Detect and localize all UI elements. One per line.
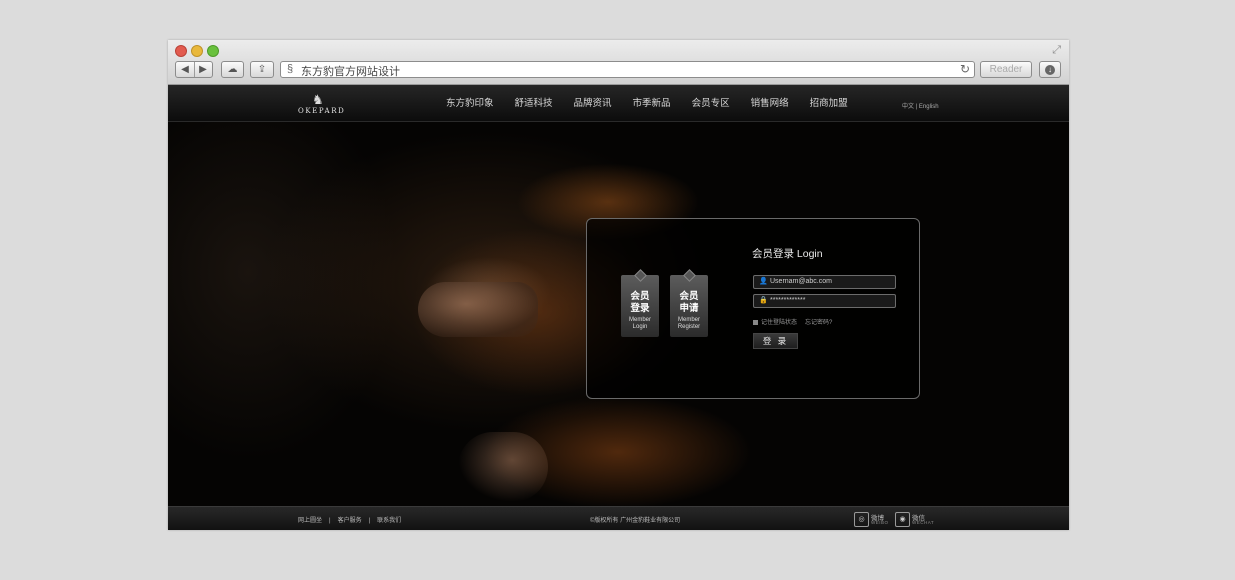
footer-link-online[interactable]: 网上圆坐	[298, 518, 322, 524]
divider: |	[329, 518, 331, 524]
main-nav: 东方豹印象 舒适科技 品牌资讯 市季新品 会员专区 销售网络 招商加盟	[446, 85, 869, 121]
remember-label[interactable]: 记住登陆状态	[761, 320, 797, 326]
back-button[interactable]: ◀	[177, 62, 194, 77]
minimize-window-button[interactable]	[191, 45, 203, 57]
site-logo[interactable]: ♞ OKEPARD	[298, 92, 348, 116]
icloud-tabs-button[interactable]: ☁	[221, 61, 244, 78]
copyright: ©版权所有 广州金豹鞋业有限公司	[590, 518, 681, 524]
back-forward-buttons: ◀ ▶	[175, 61, 213, 78]
tag-title-login: 会员 登录	[630, 291, 650, 314]
hero-photo-hand-lower	[458, 432, 548, 502]
login-panel: 会员 登录 Member Login 会员 申请 Member Register…	[586, 218, 920, 399]
password-input[interactable]: 🔒 *************	[753, 294, 896, 308]
member-login-tag[interactable]: 会员 登录 Member Login	[621, 269, 659, 337]
close-window-button[interactable]	[175, 45, 187, 57]
zoom-window-button[interactable]	[207, 45, 219, 57]
footer-link-service[interactable]: 客户服务	[338, 518, 362, 524]
tag-title-register: 会员 申请	[679, 291, 699, 314]
nav-item-sales-network[interactable]: 销售网络	[751, 85, 789, 121]
reload-icon[interactable]: ↻	[960, 62, 970, 76]
tag-subtitle-login: Member Login	[628, 317, 651, 330]
fullscreen-icon[interactable]: ⤢	[1052, 44, 1061, 57]
website: ♞ OKEPARD 东方豹印象 舒适科技 品牌资讯 市季新品 会员专区 销售网络…	[168, 85, 1069, 530]
tag-hole-icon	[683, 269, 696, 282]
nav-item-members[interactable]: 会员专区	[692, 85, 730, 121]
downloads-button[interactable]: ↓	[1039, 61, 1061, 78]
download-icon: ↓	[1045, 65, 1055, 75]
remember-row: 记住登陆状态 忘记密码?	[753, 317, 832, 326]
wechat-icon: ◉	[895, 512, 910, 527]
lock-icon: 🔒	[759, 297, 768, 304]
logo-wordmark: OKEPARD	[298, 107, 346, 115]
share-icon: ⇪	[257, 64, 267, 75]
wechat-label-en: WECHAT	[912, 520, 935, 525]
hero-banner: 会员 登录 Member Login 会员 申请 Member Register…	[168, 122, 1069, 506]
forgot-password-link[interactable]: 忘记密码?	[805, 320, 832, 326]
browser-window: ⤢ ◀ ▶ ☁ ⇪ § 东方豹官方网站设计 ↻ Reader ↓ ♞ OKEPAR…	[168, 40, 1069, 530]
leopard-logo-icon: ♞	[312, 92, 324, 107]
login-title: 会员登录 Login	[752, 248, 823, 260]
weibo-icon: ◎	[854, 512, 869, 527]
weibo-label-en: WEIBO	[871, 520, 889, 525]
divider: |	[368, 518, 371, 524]
address-bar[interactable]: § 东方豹官方网站设计 ↻	[280, 61, 975, 78]
username-value: Usernam@abc.com	[770, 278, 832, 285]
cloud-icon: ☁	[227, 64, 238, 75]
user-icon: 👤	[759, 278, 768, 285]
login-button[interactable]: 登 录	[753, 333, 798, 349]
tag-subtitle-register: Member Register	[677, 317, 701, 330]
username-input[interactable]: 👤 Usernam@abc.com	[753, 275, 896, 289]
reader-button[interactable]: Reader	[980, 61, 1032, 78]
favicon-icon: §	[287, 63, 294, 75]
footer-link-contact[interactable]: 联系我们	[377, 518, 401, 524]
address-text[interactable]: 东方豹官方网站设计	[301, 63, 400, 79]
site-footer: 网上圆坐 | 客户服务 | 联系我们 ©版权所有 广州金豹鞋业有限公司 ◎ 微博 WEI…	[168, 506, 1069, 530]
nav-item-comfort-tech[interactable]: 舒适科技	[515, 85, 553, 121]
footer-links: 网上圆坐 | 客户服务 | 联系我们	[298, 515, 401, 524]
remember-checkbox[interactable]	[753, 319, 758, 325]
nav-item-brand-news[interactable]: 品牌资讯	[574, 85, 612, 121]
forward-button[interactable]: ▶	[195, 62, 212, 77]
share-button[interactable]: ⇪	[250, 61, 274, 78]
tag-hole-icon	[634, 269, 647, 282]
language-switch[interactable]: 中文 | English	[902, 101, 939, 110]
browser-toolbar: ⤢ ◀ ▶ ☁ ⇪ § 东方豹官方网站设计 ↻ Reader ↓	[168, 40, 1069, 85]
site-header: ♞ OKEPARD 东方豹印象 舒适科技 品牌资讯 市季新品 会员专区 销售网络…	[168, 85, 1069, 122]
password-value: *************	[770, 297, 806, 304]
nav-item-franchise[interactable]: 招商加盟	[810, 85, 848, 121]
member-register-tag[interactable]: 会员 申请 Member Register	[670, 269, 708, 337]
nav-item-impression[interactable]: 东方豹印象	[446, 85, 494, 121]
nav-item-new-products[interactable]: 市季新品	[633, 85, 671, 121]
hero-photo-hand	[418, 282, 538, 337]
